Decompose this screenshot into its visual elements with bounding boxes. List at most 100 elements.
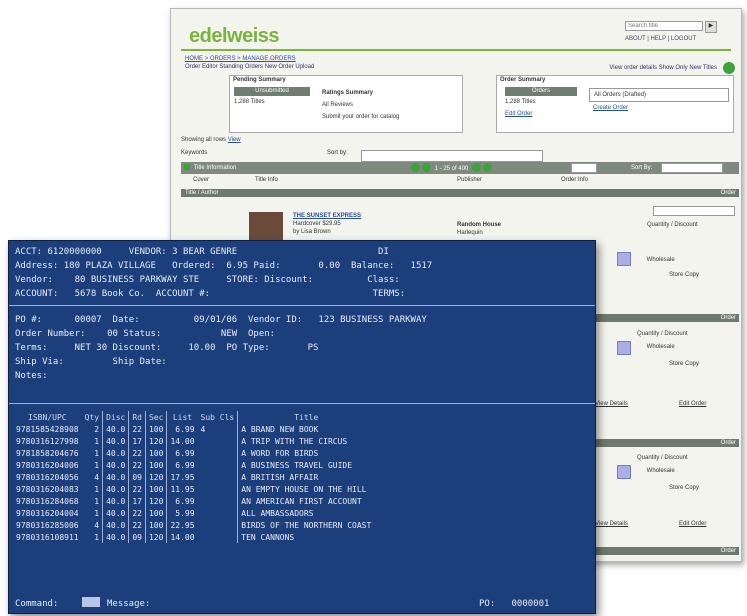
wholesale-label: Wholesale — [646, 343, 675, 350]
col-isbn: ISBN/UPC — [28, 412, 67, 422]
next-page-button[interactable] — [472, 163, 482, 172]
isbn-cell: 9781858204676 — [16, 448, 79, 458]
last-page-button[interactable] — [483, 163, 493, 172]
disc-cell: 40.0 — [102, 483, 129, 495]
disc-cell: 40.0 — [102, 531, 129, 543]
table-row[interactable]: 9780316284068 1 40.0 17 120 6.99 AN AMERICAN F… — [13, 495, 375, 507]
qty-cell: 1 — [94, 484, 100, 494]
search-go-button[interactable]: ▶ — [704, 21, 717, 33]
top-links[interactable]: ABOUT | HELP | LOGOUT — [625, 36, 733, 42]
table-row[interactable]: 9780316285006 4 40.0 22 100 22.95 BIRDS OF THE… — [13, 519, 375, 531]
rd-cell: 22 — [128, 459, 146, 471]
results-toolbar: Title Information 1 - 25 of 400 Sort By: — [181, 162, 739, 174]
isbn-cell: 9780316204004 — [16, 508, 79, 518]
table-row[interactable]: 9780316127998 1 40.0 17 120 14.00 A TRIP WITH … — [13, 435, 375, 447]
col-order-info[interactable]: Order Info — [561, 177, 588, 183]
sub-cls-cell — [198, 435, 238, 447]
table-header-row: ISBN/UPC Qty Disc Rd Sec List Sub Cls Ti… — [13, 411, 375, 423]
pending-summary-panel: Pending Summary Unsubmitted 1,288 Titles… — [229, 75, 463, 133]
sub-cls-cell — [198, 471, 238, 483]
section-right: Order — [720, 548, 736, 554]
command-input[interactable] — [82, 597, 100, 607]
col-publisher[interactable]: Publisher — [457, 177, 482, 183]
view-options-link[interactable]: View order details Show Only New Titles — [609, 65, 717, 71]
search-input[interactable] — [625, 21, 703, 31]
table-row[interactable]: 9780316204006 1 40.0 22 100 6.99 A BUSINESS TR… — [13, 459, 375, 471]
quantity-input[interactable] — [653, 206, 735, 216]
table-row[interactable]: 9780316108911 1 40.0 09 120 14.00 TEN CANNONS — [13, 531, 375, 543]
sub-cls-cell — [198, 507, 238, 519]
select-all-checkbox[interactable] — [184, 164, 190, 171]
sort-label: Sort by: — [327, 150, 348, 156]
edit-order-link[interactable]: Edit Order — [679, 401, 706, 407]
table-row[interactable]: 9780316204004 1 40.0 22 100 5.99 ALL AMBASSADO… — [13, 507, 375, 519]
terminal-line-account: ACCT: 6120000000 VENDOR: 3 BEAR GENRE DI — [15, 247, 389, 257]
unsubmitted-count[interactable]: 1,288 Titles — [230, 96, 314, 108]
submit-order-note[interactable]: Submit your order for catalog — [318, 111, 458, 123]
title-cell: AN AMERICAN FIRST ACCOUNT — [237, 495, 375, 507]
terminal-line-address: Address: 180 PLAZA VILLAGE Ordered: 6.95… — [15, 261, 433, 271]
discount-swatch[interactable] — [617, 341, 631, 355]
col-title-info[interactable]: Title Info — [255, 177, 278, 183]
qty-cell: 4 — [94, 520, 100, 530]
qty-cell: 1 — [94, 448, 100, 458]
title-cell: A BRAND NEW BOOK — [237, 423, 375, 435]
col-qty: Qty — [84, 412, 100, 422]
table-row[interactable]: 9781858204676 1 40.0 22 100 6.99 A WORD FOR BI… — [13, 447, 375, 459]
isbn-cell: 9780316204083 — [16, 484, 79, 494]
orders-select[interactable]: All Orders (Drafted) — [589, 88, 729, 102]
discount-swatch[interactable] — [617, 252, 631, 266]
sub-cls-cell — [198, 447, 238, 459]
sub-cls-cell: 4 — [200, 424, 206, 434]
view-details-link[interactable]: View Details — [595, 521, 628, 527]
col-sec: Sec — [144, 411, 167, 423]
keyword-input[interactable] — [361, 150, 543, 162]
rows-bar: Showing all rows View — [181, 137, 731, 143]
list-cell: 14.00 — [166, 531, 198, 543]
table-row[interactable]: 9780316204083 1 40.0 22 100 11.95 AN EMPTY HOU… — [13, 483, 375, 495]
table-row[interactable]: 9780316204056 4 40.0 09 120 17.95 A BRITISH AF… — [13, 471, 375, 483]
discount-swatch[interactable] — [617, 465, 631, 479]
first-page-button[interactable] — [411, 163, 420, 172]
table-row[interactable]: 9781585428908 2 40.0 22 100 6.99 4 A BRAND NEW … — [13, 423, 375, 435]
filter-row: Keywords Sort by: — [181, 150, 731, 162]
per-page-select[interactable] — [571, 163, 597, 173]
breadcrumb-path[interactable]: HOME > ORDERS > MANAGE ORDERS — [185, 55, 314, 63]
disc-cell: 40.0 — [102, 435, 129, 447]
edit-order-link[interactable]: Edit Order — [501, 108, 581, 120]
unsubmitted-header: Unsubmitted — [234, 87, 310, 96]
list-cell: 6.99 — [166, 459, 198, 471]
col-cover[interactable]: Cover — [193, 177, 209, 183]
breadcrumb-tabs[interactable]: Order Editor Standing Orders New Order U… — [185, 63, 314, 71]
edelweiss-logo[interactable]: edelweiss — [189, 25, 280, 48]
book-title-link[interactable]: THE SUNSET EXPRESS — [293, 212, 361, 220]
list-cell: 5.99 — [166, 507, 198, 519]
go-button[interactable] — [723, 62, 735, 74]
command-label: Command: — [15, 599, 59, 609]
page-count: 1 - 25 of 400 — [434, 166, 469, 172]
disc-cell: 40.0 — [102, 423, 129, 435]
ratings-filter[interactable]: All Reviews — [318, 99, 458, 111]
view-details-link[interactable]: View Details — [595, 401, 628, 407]
list-cell: 6.99 — [166, 423, 198, 435]
top-search-area: ▶ ABOUT | HELP | LOGOUT — [625, 21, 733, 47]
orders-count[interactable]: 1,288 Titles — [501, 96, 581, 108]
rd-cell: 22 — [128, 423, 146, 435]
column-header: Cover Title Info Publisher Order Info — [181, 177, 731, 187]
edit-order-link[interactable]: Edit Order — [679, 521, 706, 527]
qty-cell: 2 — [94, 424, 100, 434]
publisher-imprint: Harlequin — [457, 230, 483, 236]
create-order-link[interactable]: Create Order — [589, 102, 729, 114]
sort-by-label: Sort By: — [631, 165, 653, 171]
section-bar: Title / Author Order — [181, 189, 739, 197]
terminal-line-vendor: Vendor: 80 BUSINESS PARKWAY STE STORE: D… — [15, 275, 400, 285]
qty-cell: 1 — [94, 496, 100, 506]
rd-cell: 17 — [128, 495, 146, 507]
sort-by-select[interactable] — [661, 163, 723, 173]
po-status: PO: 0000001 — [479, 599, 550, 609]
sec-cell: 100 — [144, 459, 167, 471]
list-cell: 6.99 — [166, 495, 198, 507]
prev-page-button[interactable] — [422, 163, 431, 172]
rd-cell: 09 — [128, 471, 146, 483]
rows-view-link[interactable]: View — [228, 137, 241, 143]
